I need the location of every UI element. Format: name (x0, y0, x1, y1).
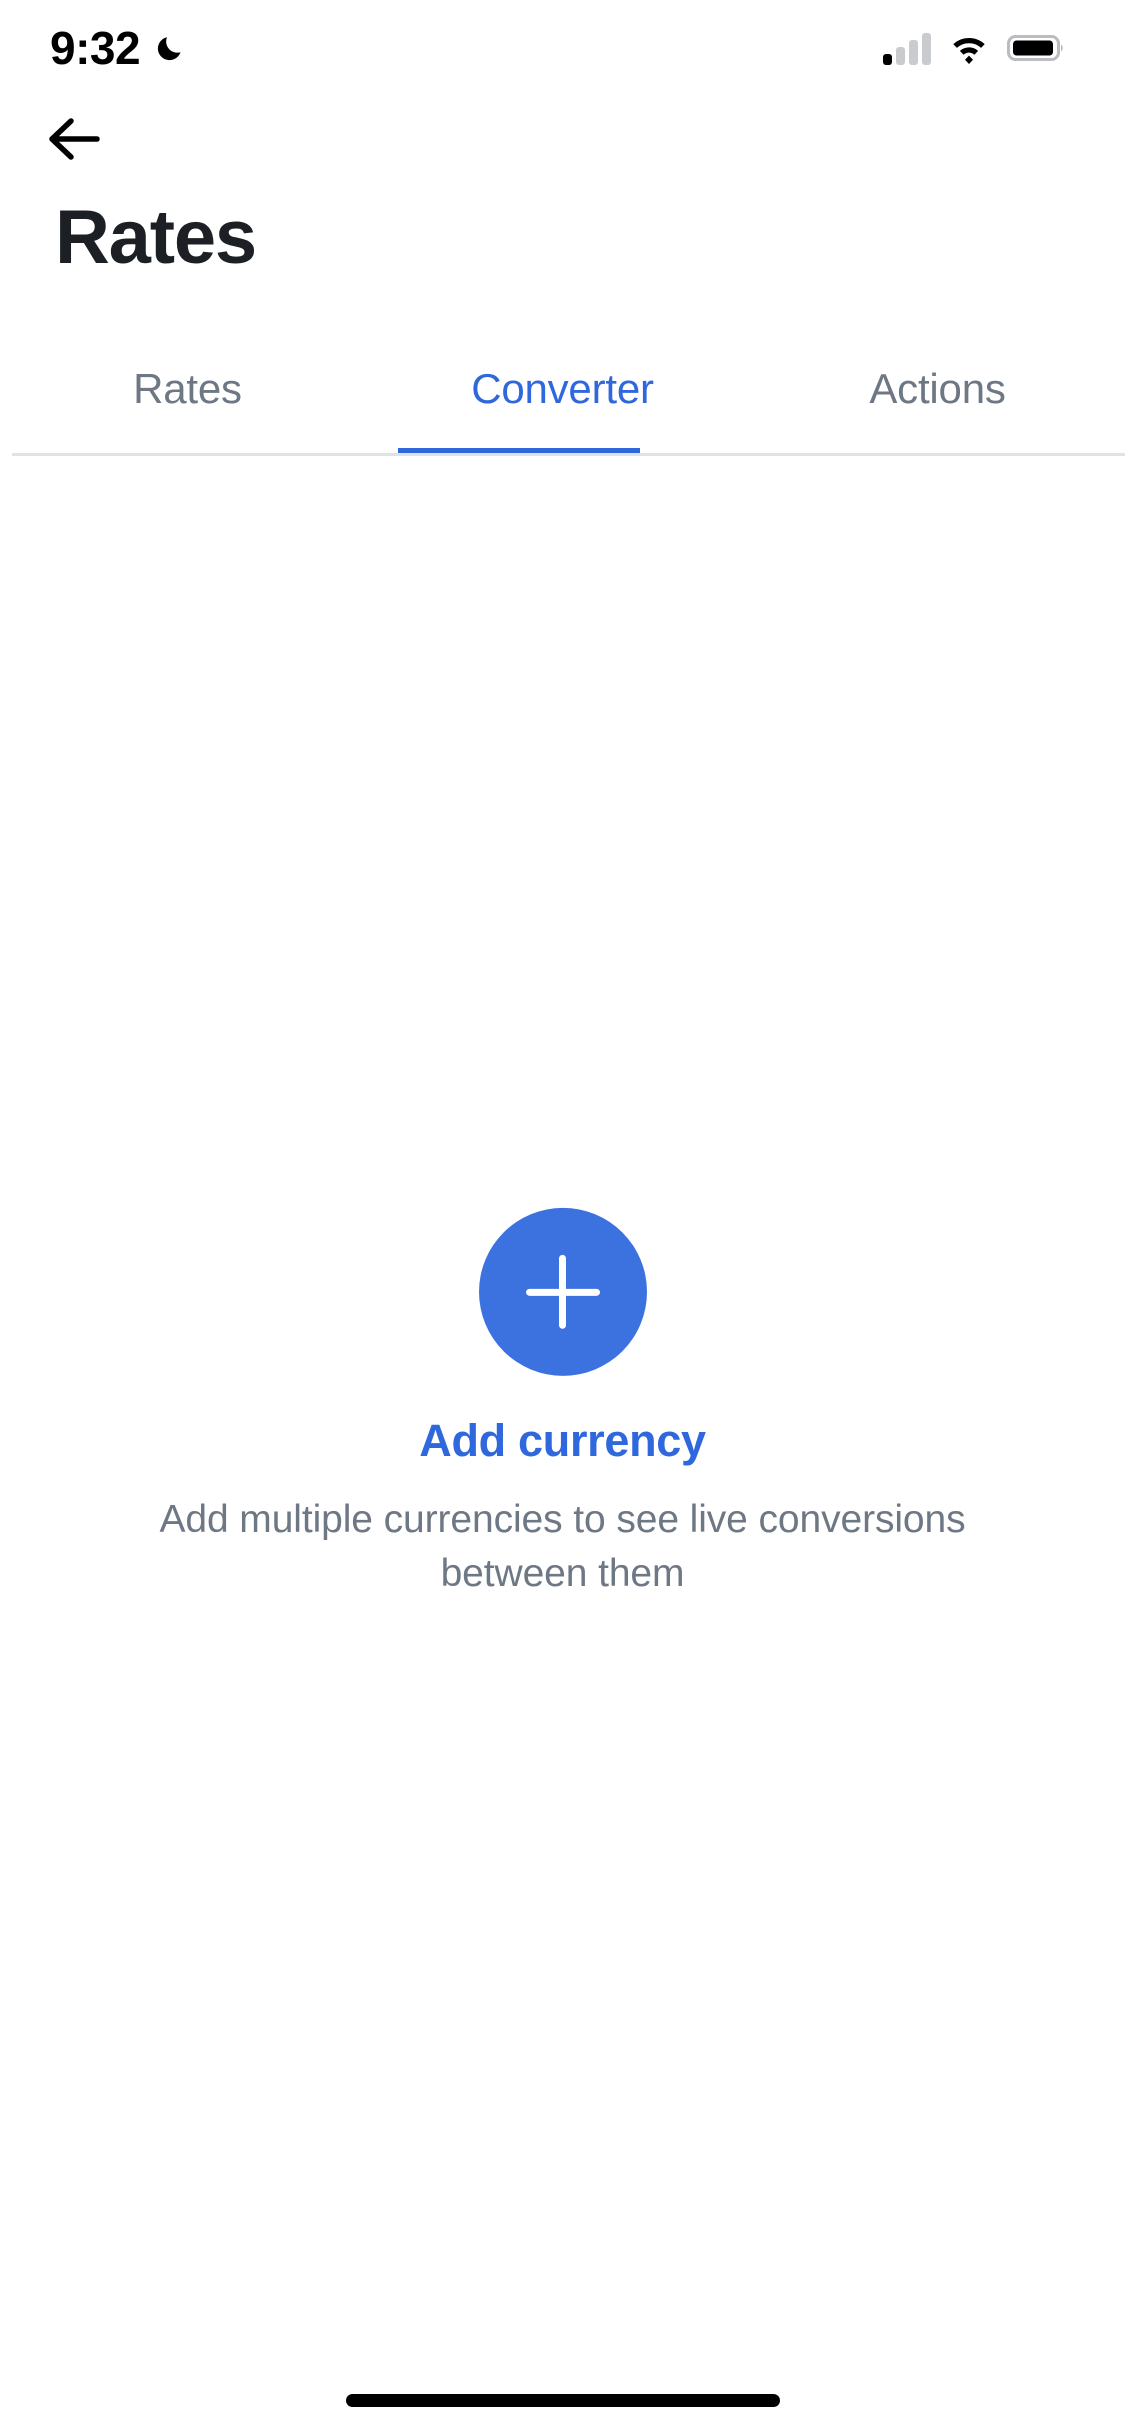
tab-bar: Rates Converter Actions (0, 328, 1125, 456)
empty-state-description: Add multiple currencies to see live conv… (159, 1497, 966, 1595)
tab-converter[interactable]: Converter (375, 328, 750, 450)
add-currency-button[interactable] (478, 1207, 647, 1376)
tab-rates[interactable]: Rates (0, 328, 375, 450)
arrow-left-icon (47, 116, 107, 167)
status-bar: 9:32 (0, 0, 1125, 96)
page-title: Rates (55, 195, 257, 280)
crescent-moon-icon (154, 31, 188, 65)
home-indicator[interactable] (345, 2394, 780, 2407)
converter-content-area: Add currency Add multiple currencies to … (0, 456, 1125, 2368)
battery-icon (1007, 31, 1067, 65)
home-indicator-area (0, 2368, 1125, 2436)
tab-actions[interactable]: Actions (750, 328, 1125, 450)
navigation-bar (0, 96, 1125, 186)
status-bar-left: 9:32 (50, 25, 188, 71)
app-screen: 9:32 Rates Rates Converter Actions Add c… (0, 0, 1125, 2436)
empty-state: Add currency Add multiple currencies to … (0, 1207, 1125, 1601)
plus-icon (525, 1254, 600, 1329)
back-button[interactable] (34, 98, 120, 184)
tab-row: Rates Converter Actions (0, 328, 1125, 450)
add-currency-label[interactable]: Add currency (419, 1418, 706, 1463)
cellular-signal-icon (883, 31, 931, 65)
wifi-icon (947, 31, 991, 65)
status-bar-right (883, 31, 1067, 65)
status-bar-clock: 9:32 (50, 22, 141, 74)
